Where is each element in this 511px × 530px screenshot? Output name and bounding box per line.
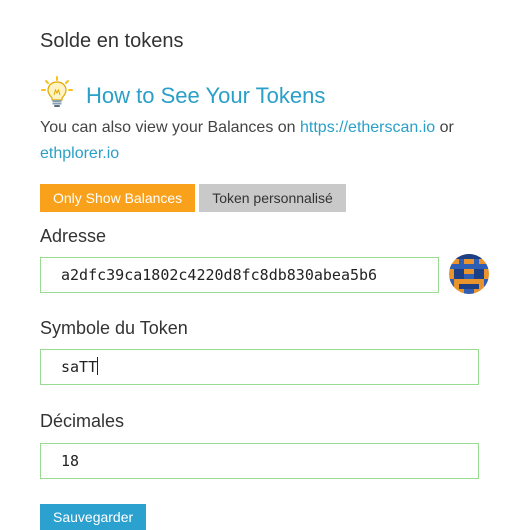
- decimals-label: Décimales: [40, 411, 125, 431]
- address-label: Adresse: [40, 226, 107, 246]
- symbol-value: saTT: [61, 358, 98, 376]
- save-button[interactable]: Sauvegarder: [40, 504, 147, 530]
- token-view-tabs: Only Show Balances Token personnalisé: [40, 184, 346, 212]
- decimals-input[interactable]: 18: [40, 443, 479, 479]
- howto-heading: How to See Your Tokens: [40, 76, 325, 115]
- howto-link[interactable]: How to See Your Tokens: [86, 83, 325, 109]
- description-text: You can also view your Balances on: [40, 119, 301, 136]
- tab-only-show-balances[interactable]: Only Show Balances: [40, 184, 196, 212]
- symbol-input[interactable]: saTT: [40, 349, 479, 385]
- description: You can also view your Balances on https…: [40, 115, 485, 167]
- etherscan-link[interactable]: https://etherscan.io: [300, 119, 435, 136]
- description-or: or: [435, 119, 454, 136]
- ethplorer-link[interactable]: ethplorer.io: [40, 145, 119, 162]
- symbol-label: Symbole du Token: [40, 318, 188, 338]
- lightbulb-icon: [40, 76, 86, 115]
- tab-custom-token[interactable]: Token personnalisé: [199, 184, 346, 212]
- address-input[interactable]: a2dfc39ca1802c4220d8fc8db830abea5b6: [40, 257, 439, 293]
- text-caret: [97, 357, 99, 375]
- address-identicon: [449, 254, 489, 294]
- page-title: Solde en tokens: [40, 30, 184, 52]
